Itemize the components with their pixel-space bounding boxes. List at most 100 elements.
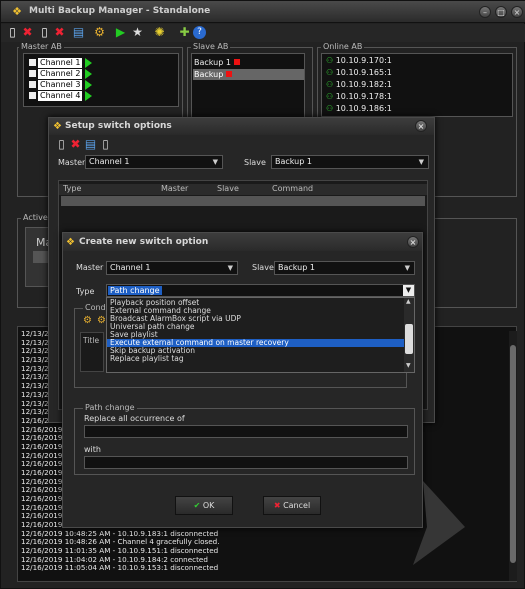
cancel-button[interactable]: ✖ Cancel bbox=[263, 496, 321, 515]
status-red-icon bbox=[233, 59, 240, 65]
dropdown-option[interactable]: Broadcast AlarmBox script via UDP bbox=[107, 315, 406, 323]
log-scrollbar[interactable] bbox=[509, 331, 517, 581]
settings-icon[interactable]: ⚙ bbox=[97, 315, 106, 326]
active-label: Active bbox=[21, 213, 50, 222]
play-icon[interactable]: ▶ bbox=[114, 26, 127, 39]
slave-ab-label: Slave AB bbox=[191, 42, 231, 51]
minimize-icon[interactable]: – bbox=[479, 6, 491, 18]
log-scroll-thumb[interactable] bbox=[510, 345, 516, 563]
dropdown-option[interactable]: Save playlist bbox=[107, 331, 406, 339]
type-dropdown-list[interactable]: Playback position offset External command… bbox=[106, 297, 415, 373]
path-change-label: Path change bbox=[83, 403, 137, 412]
dropdown-option[interactable]: External command change bbox=[107, 307, 406, 315]
channel-box-icon bbox=[29, 70, 36, 77]
app-logo-icon: ❖ bbox=[66, 237, 75, 248]
close-icon[interactable]: × bbox=[415, 120, 427, 132]
copy-icon[interactable]: ▯ bbox=[99, 138, 112, 151]
slave-combo[interactable]: Backup 1 ▼ bbox=[274, 261, 415, 275]
online-item[interactable]: ⚇ 10.10.9.178:1 bbox=[326, 92, 392, 101]
close-icon[interactable]: × bbox=[407, 236, 419, 248]
online-list[interactable]: ⚇ 10.10.9.170:1 ⚇ 10.10.9.165:1 ⚇ 10.10.… bbox=[321, 53, 513, 117]
channel-item[interactable]: Channel 4 bbox=[29, 90, 93, 101]
close-icon[interactable]: × bbox=[511, 6, 523, 18]
dropdown-option[interactable]: Execute external command on master recov… bbox=[107, 339, 406, 347]
check-icon: ✔ bbox=[193, 501, 201, 510]
col-type: Type bbox=[63, 184, 82, 193]
channel-item[interactable]: Channel 3 bbox=[29, 79, 93, 90]
play-icon bbox=[85, 90, 93, 101]
app-logo-icon: ❖ bbox=[53, 121, 62, 132]
list-icon[interactable]: ▤ bbox=[84, 138, 97, 151]
dropdown-scrollbar[interactable]: ▲ ▼ bbox=[404, 298, 414, 372]
delete-icon[interactable]: ✖ bbox=[69, 138, 82, 151]
master-combo[interactable]: Channel 1 ▼ bbox=[106, 261, 238, 275]
slave-item-selected[interactable]: Backup bbox=[193, 69, 304, 80]
chevron-down-icon: ▼ bbox=[403, 285, 414, 296]
create-dialog-titlebar[interactable]: ❖ Create new switch option × bbox=[63, 233, 422, 251]
delete-icon[interactable]: ✖ bbox=[53, 26, 66, 39]
main-window: ❖ Multi Backup Manager - Standalone – □ … bbox=[0, 0, 525, 589]
with-input[interactable] bbox=[84, 456, 408, 469]
log-line: 12/16/2019 11:04:02 AM - 10.10.9.184:2 c… bbox=[21, 555, 208, 564]
sun-icon[interactable]: ✺ bbox=[153, 26, 166, 39]
log-line: 12/16/2019 11:05:04 AM - 10.10.9.153:1 d… bbox=[21, 564, 219, 573]
new-icon[interactable]: ▯ bbox=[6, 26, 19, 39]
add-icon[interactable]: ✚ bbox=[178, 26, 191, 39]
ok-button[interactable]: ✔ OK bbox=[175, 496, 233, 515]
master-channel-list[interactable]: Channel 1 Channel 2 Channel 3 Channel 4 bbox=[23, 53, 179, 107]
chevron-down-icon: ▼ bbox=[404, 264, 410, 272]
dropdown-option[interactable]: Playback position offset bbox=[107, 299, 406, 307]
dropdown-option[interactable]: Replace playlist tag bbox=[107, 355, 406, 363]
online-item[interactable]: ⚇ 10.10.9.186:1 bbox=[326, 104, 392, 113]
help-icon[interactable]: ? bbox=[193, 26, 206, 39]
online-item[interactable]: ⚇ 10.10.9.165:1 bbox=[326, 68, 392, 77]
channel-box-icon bbox=[29, 81, 36, 88]
network-icon: ⚇ bbox=[326, 68, 334, 77]
type-label: Type bbox=[76, 287, 95, 296]
col-slave: Slave bbox=[217, 184, 239, 193]
table-header: Type Master Slave Command bbox=[59, 184, 427, 195]
dropdown-option[interactable]: Universal path change bbox=[107, 323, 406, 331]
log-line: 12/16/2019 10:48:25 AM - 10.10.9.183:1 d… bbox=[21, 529, 219, 538]
status-red-icon bbox=[226, 71, 233, 77]
replace-label: Replace all occurrence of bbox=[84, 414, 185, 423]
title-bar[interactable]: ❖ Multi Backup Manager - Standalone – □ … bbox=[1, 1, 525, 23]
new-icon[interactable]: ▯ bbox=[55, 138, 68, 151]
window-title: Multi Backup Manager - Standalone bbox=[29, 6, 211, 16]
slave-label: Slave bbox=[244, 158, 266, 167]
setup-dialog-title: Setup switch options bbox=[65, 121, 172, 131]
channel-item[interactable]: Channel 1 bbox=[29, 57, 93, 68]
delete-icon[interactable]: ✖ bbox=[21, 26, 34, 39]
create-switch-dialog: ❖ Create new switch option × Master Chan… bbox=[62, 232, 423, 528]
with-label: with bbox=[84, 445, 101, 454]
table-row[interactable] bbox=[61, 196, 425, 206]
col-master: Master bbox=[161, 184, 189, 193]
slave-item[interactable]: Backup 1 bbox=[194, 57, 302, 68]
slave-combo[interactable]: Backup 1 ▼ bbox=[271, 155, 429, 169]
favorite-icon[interactable]: ★ bbox=[131, 26, 144, 39]
scroll-up-icon[interactable]: ▲ bbox=[406, 298, 411, 305]
online-ab-label: Online AB bbox=[321, 42, 365, 51]
col-title: Title bbox=[83, 336, 100, 345]
slave-list[interactable]: Backup 1 Backup bbox=[191, 53, 305, 123]
app-logo-icon: ❖ bbox=[12, 5, 22, 18]
settings-icon[interactable]: ⚙ bbox=[83, 315, 92, 326]
list-icon[interactable]: ▤ bbox=[72, 26, 85, 39]
type-combo[interactable]: Path change ▼ bbox=[106, 284, 415, 297]
channel-item[interactable]: Channel 2 bbox=[29, 68, 93, 79]
settings-icon[interactable]: ⚙ bbox=[93, 26, 106, 39]
setup-dialog-titlebar[interactable]: ❖ Setup switch options × bbox=[49, 118, 434, 135]
maximize-icon[interactable]: □ bbox=[495, 6, 507, 18]
scroll-down-icon[interactable]: ▼ bbox=[406, 362, 411, 369]
dropdown-option[interactable]: Skip backup activation bbox=[107, 347, 406, 355]
copy-icon[interactable]: ▯ bbox=[38, 26, 51, 39]
conditions-table[interactable]: Title bbox=[80, 332, 104, 372]
dropdown-scroll-thumb[interactable] bbox=[405, 324, 413, 354]
online-item[interactable]: ⚇ 10.10.9.170:1 bbox=[326, 56, 392, 65]
chevron-down-icon: ▼ bbox=[212, 158, 218, 166]
master-combo[interactable]: Channel 1 ▼ bbox=[85, 155, 223, 169]
replace-input[interactable] bbox=[84, 425, 408, 438]
online-item[interactable]: ⚇ 10.10.9.182:1 bbox=[326, 80, 392, 89]
play-icon bbox=[85, 68, 93, 79]
play-icon bbox=[85, 57, 93, 68]
